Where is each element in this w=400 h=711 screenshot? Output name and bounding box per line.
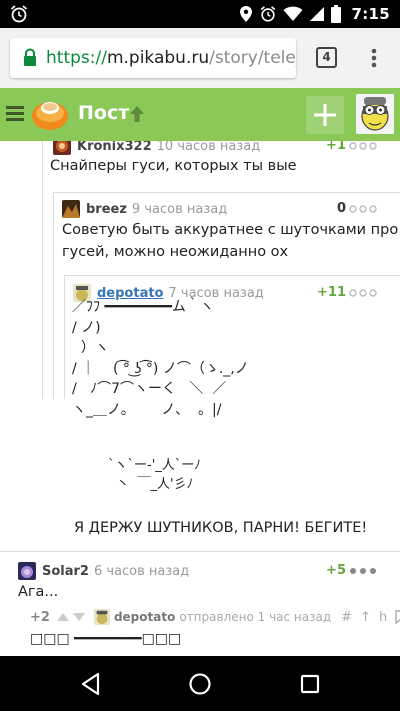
more-options-icon[interactable] [349,289,377,297]
comment-rating: +1 [326,141,346,153]
reply-time: отправлено 1 час назад [179,610,332,624]
comment-text-line: Советую быть аккуратнее с шуточками про [62,222,399,238]
thread-divider [0,551,400,552]
thread-divider [53,192,400,193]
reply-tools: # ↑ h [341,610,400,625]
reply-text: □□□ ━━━━━━━━□□□ [30,631,182,647]
more-options-icon[interactable] [349,567,377,575]
more-options-icon[interactable] [349,142,377,150]
comment-author[interactable]: Solar2 [42,564,89,579]
url-text: https://m.pikabu.ru/story/tele_ [46,48,296,68]
url-host: m.pikabu.ru [106,48,210,68]
comment-rating: 0 [336,201,346,216]
comment-header: breez 9 часов назад [62,200,227,218]
user-avatar[interactable] [356,94,394,134]
add-post-button[interactable] [306,96,344,134]
alarm-icon [10,5,28,23]
downvote-icon[interactable] [72,612,86,622]
go-to-parent-icon[interactable]: ↑ [360,610,371,625]
location-icon [240,6,253,22]
status-bar: 7:15 [0,0,400,28]
home-icon[interactable] [187,671,213,697]
app-header: Пост [0,88,400,141]
back-icon[interactable] [78,671,104,697]
comment-header: Solar2 6 часов назад [18,562,189,580]
comment-header: Kronix322 10 часов назад [53,141,260,155]
upvote-icon[interactable] [56,612,70,622]
save-icon[interactable] [395,609,400,624]
reply-author[interactable]: depotato [114,610,175,624]
plus-icon [314,104,336,126]
comment-text: Снайперы гуси, которых ты вые [50,158,297,174]
system-nav-bar [0,656,400,711]
history-icon[interactable]: h [379,610,387,625]
scroll-up-arrow-icon[interactable] [128,104,146,124]
thread-line [42,141,43,399]
comment-author[interactable]: Kronix322 [77,141,152,154]
avatar[interactable] [62,200,80,218]
signal-icon [310,7,325,21]
vote-arrows [56,612,86,622]
comment-rating: +5 [326,563,346,578]
avatar[interactable] [93,609,110,625]
comment-caption: Я ДЕРЖУ ШУТНИКОВ, ПАРНИ! БЕГИТЕ! [74,520,368,536]
comment-author[interactable]: breez [86,202,127,217]
address-bar[interactable]: https://m.pikabu.ru/story/tele_ [10,38,296,78]
avatar[interactable] [18,562,36,580]
comment-text: Ага... [18,584,59,600]
url-path: /story/tele_ [209,48,296,68]
reply-score: +2 [30,609,50,625]
thread-line [53,193,54,399]
more-options-icon[interactable] [349,205,377,213]
avatar[interactable] [53,141,71,155]
wifi-icon [283,6,303,21]
url-scheme: https:// [46,48,107,68]
comment-time: 10 часов назад [156,141,261,154]
comment-rating: +11 [317,285,346,300]
recents-icon[interactable] [297,671,323,697]
lock-icon [24,48,36,66]
alarm-icon [261,6,276,22]
battery-icon [331,5,342,23]
browser-toolbar: https://m.pikabu.ru/story/tele_ 4 [0,28,400,88]
clock-time: 7:15 [351,5,390,23]
overflow-menu-icon[interactable] [362,46,386,70]
ascii-art-bottom: `ヽ`ー-'_人`ーﾉ 丶 ￣_人'彡ﾉ [108,458,201,492]
tab-switcher-button[interactable]: 4 [316,47,337,68]
reply-preview-header: +2 depotato отправлено 1 час назад # ↑ h [30,607,400,627]
avatar-image [356,94,394,134]
hamburger-menu-icon[interactable] [6,104,24,122]
permalink-icon[interactable]: # [341,610,352,625]
pikabu-logo-icon[interactable] [30,94,70,134]
ascii-art: ／ﾌﾌ ━━━━━━━━ム｀ヽ / ノ) ）ヽ / ｜ ( ͡° ͜ʖ ͡°) … [72,299,249,418]
comments-area: Kronix322 10 часов назад +1 Снайперы гус… [0,141,400,656]
comment-text-line: гусей, можно неожиданно ох [62,244,289,260]
comment-time: 6 часов назад [93,563,190,579]
thread-divider [64,275,400,276]
page-title: Пост [78,102,130,124]
comment-time: 9 часов назад [131,201,228,217]
thread-line [64,276,65,399]
